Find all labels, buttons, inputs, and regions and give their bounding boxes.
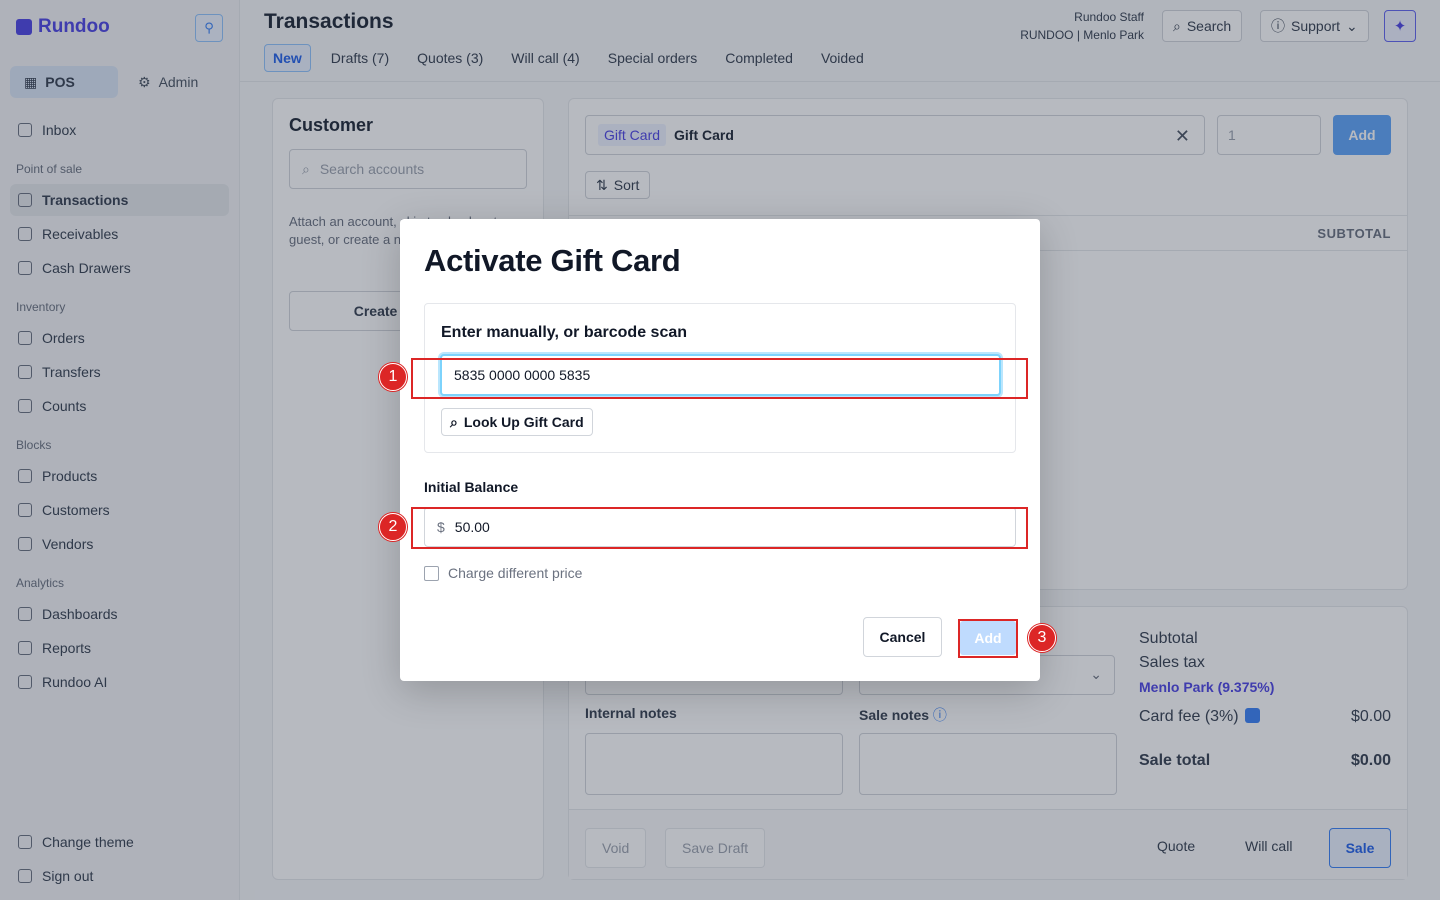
charge-different-price-row[interactable]: Charge different price [424,565,582,581]
lookup-label: Look Up Gift Card [463,414,584,430]
highlight-card-number [411,358,1028,399]
search-icon: ⌕ [450,413,458,430]
activate-gift-card-dialog: Activate Gift Card Enter manually, or ba… [400,219,1040,681]
step-marker-3: 3 [1028,624,1056,652]
charge-different-price-checkbox[interactable] [424,565,439,581]
step-marker-2: 2 [379,513,407,541]
look-up-gift-card-button[interactable]: ⌕ Look Up Gift Card [441,408,593,436]
card-entry-label: Enter manually, or barcode scan [441,324,688,341]
charge-different-price-label: Charge different price [448,565,583,581]
initial-balance-label: Initial Balance [424,479,519,495]
highlight-add-button [958,619,1018,658]
highlight-initial-balance [411,507,1028,549]
dialog-title: Activate Gift Card [424,243,681,278]
step-marker-1: 1 [379,363,407,391]
cancel-button[interactable]: Cancel [863,617,942,657]
